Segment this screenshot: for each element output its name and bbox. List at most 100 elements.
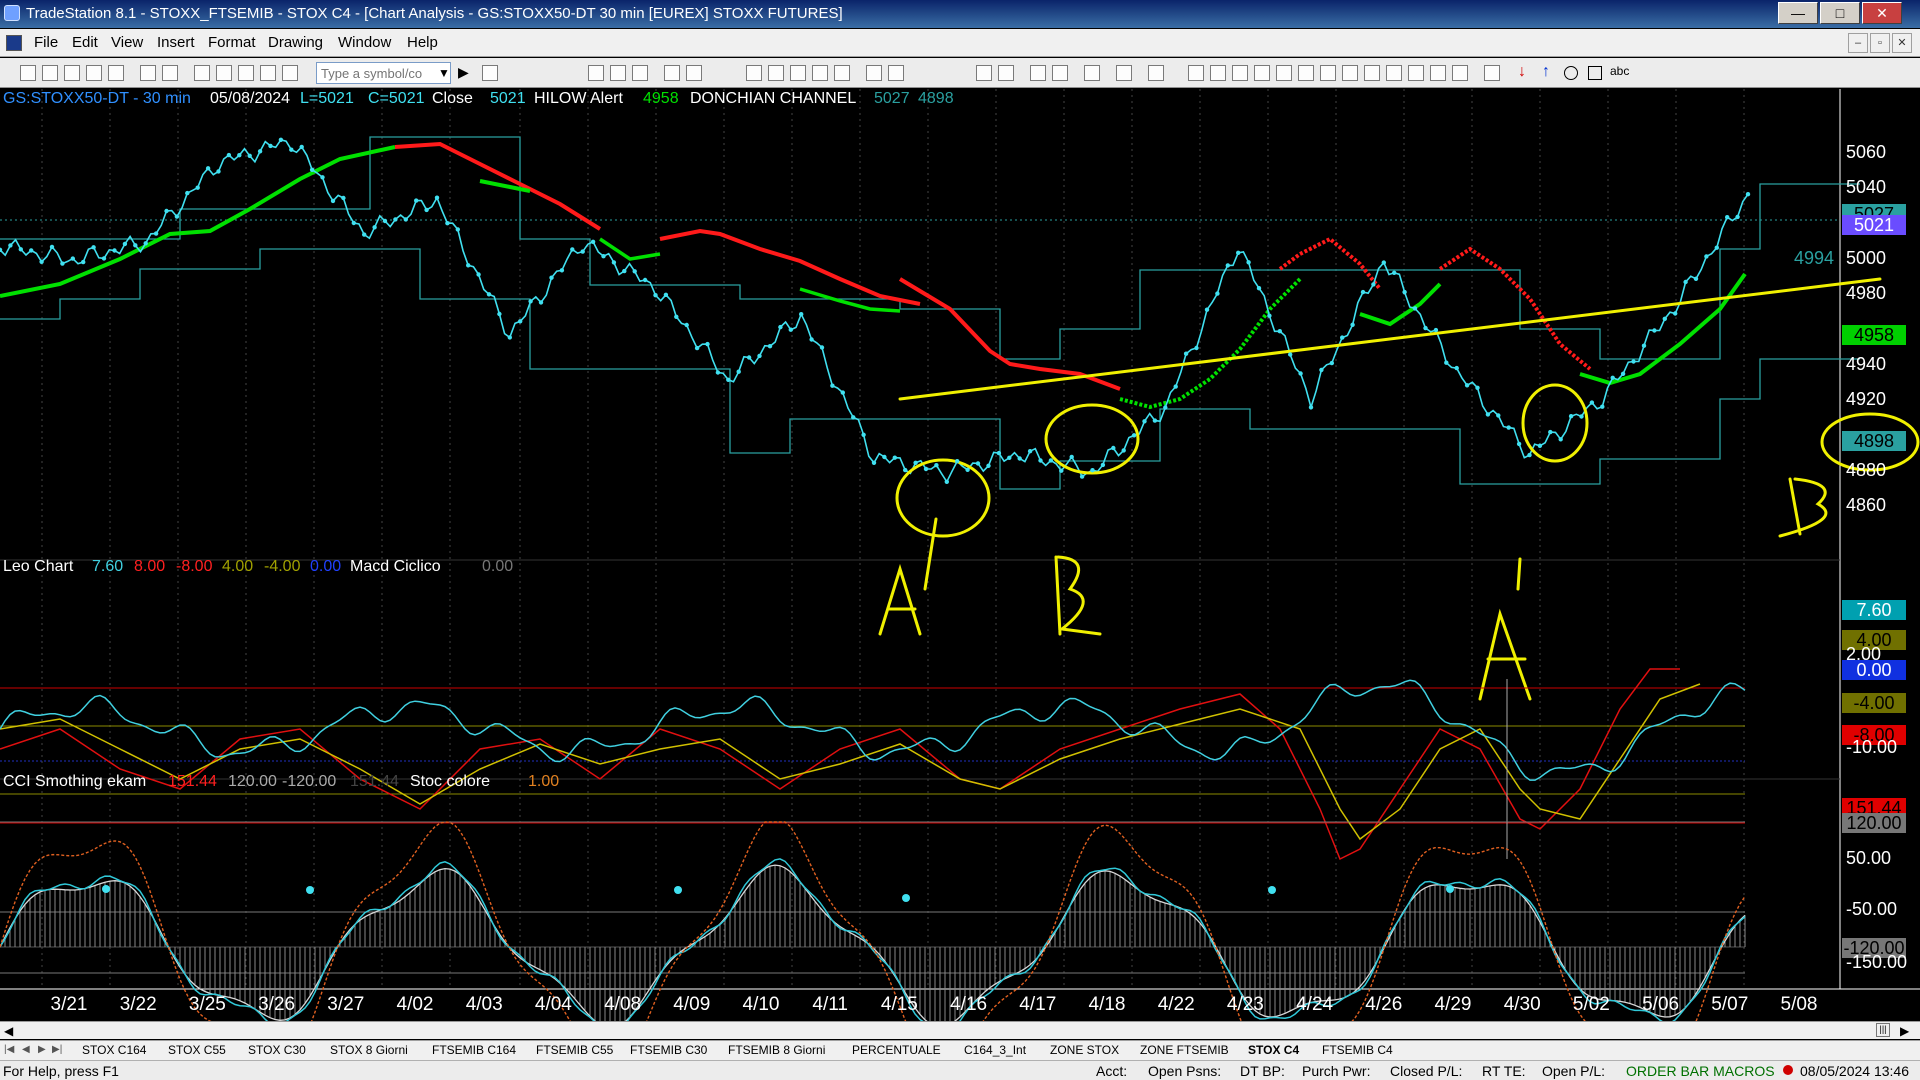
find-icon[interactable] <box>482 65 498 81</box>
snapshot-icon[interactable] <box>1116 65 1132 81</box>
save-icon[interactable] <box>64 65 80 81</box>
tab-c164-3-int[interactable]: C164_3_Int <box>964 1043 1026 1057</box>
trendline-icon[interactable] <box>1188 65 1204 81</box>
ellipse-icon[interactable] <box>1564 66 1578 80</box>
fibonacci-icon[interactable] <box>1276 65 1292 81</box>
cycle-icon[interactable] <box>1408 65 1424 81</box>
go-arrow-icon[interactable]: ▶ <box>458 64 469 81</box>
horizontal-scrollbar[interactable]: ◀ ||| ▶ <box>0 1021 1920 1039</box>
symbol-input[interactable] <box>316 62 451 84</box>
menu-help[interactable]: Help <box>407 34 438 51</box>
tab-ftsemib-c4[interactable]: FTSEMIB C4 <box>1322 1043 1393 1057</box>
chart-area[interactable]: GS:STOXX50-DT - 30 min 05/08/2024 L=5021… <box>0 89 1920 1021</box>
price-point <box>216 169 221 174</box>
bar-chart-icon[interactable] <box>746 65 762 81</box>
tab-ftsemib-8-giorni[interactable]: FTSEMIB 8 Giorni <box>728 1043 825 1057</box>
tab-nav-prev-icon[interactable]: ◀ <box>22 1044 30 1055</box>
chart-icon[interactable] <box>194 65 210 81</box>
close-button[interactable]: ✕ <box>1862 2 1902 24</box>
tab-nav-next-icon[interactable]: ▶ <box>38 1044 46 1055</box>
tab-stox-c30[interactable]: STOX C30 <box>248 1043 306 1057</box>
tab-stox-8-giorni[interactable]: STOX 8 Giorni <box>330 1043 408 1057</box>
freehand-icon[interactable] <box>1452 65 1468 81</box>
curve-icon[interactable] <box>1484 65 1500 81</box>
app-menu-icon[interactable] <box>6 35 22 51</box>
menu-edit[interactable]: Edit <box>72 34 98 51</box>
pointer-icon[interactable] <box>1030 65 1046 81</box>
bar-type-icon[interactable] <box>834 65 850 81</box>
price-point <box>1558 437 1563 442</box>
mdi-restore-button[interactable]: ▫ <box>1870 33 1890 53</box>
new-icon[interactable] <box>20 65 36 81</box>
up-arrow-icon[interactable]: ↑ <box>1542 63 1550 81</box>
andrews-icon[interactable] <box>1342 65 1358 81</box>
menu-view[interactable]: View <box>111 34 143 51</box>
print-preview-icon[interactable] <box>162 65 178 81</box>
status-macros[interactable]: ORDER BAR MACROS <box>1626 1063 1775 1079</box>
arrows-icon[interactable] <box>1386 65 1402 81</box>
price-point <box>195 185 200 190</box>
tab-ftsemib-c164[interactable]: FTSEMIB C164 <box>432 1043 516 1057</box>
regression-icon[interactable] <box>1364 65 1380 81</box>
point-figure-icon[interactable] <box>812 65 828 81</box>
maximize-button[interactable]: □ <box>1820 2 1860 24</box>
line-chart-icon[interactable] <box>790 65 806 81</box>
menu-file[interactable]: File <box>34 34 58 51</box>
tab-zone-ftsemib[interactable]: ZONE FTSEMIB <box>1140 1043 1229 1057</box>
tab-ftsemib-c55[interactable]: FTSEMIB C55 <box>536 1043 613 1057</box>
tab-nav-first-icon[interactable]: |◀ <box>4 1044 14 1055</box>
menu-format[interactable]: Format <box>208 34 256 51</box>
speed-line-icon[interactable] <box>1320 65 1336 81</box>
text-icon[interactable]: abc <box>1610 64 1629 78</box>
compress-bars-icon[interactable] <box>888 65 904 81</box>
menu-insert[interactable]: Insert <box>157 34 195 51</box>
folder-icon[interactable] <box>108 65 124 81</box>
vertical-line-icon[interactable] <box>1210 65 1226 81</box>
pen-icon[interactable] <box>260 65 276 81</box>
tab-zone-stox[interactable]: ZONE STOX <box>1050 1043 1119 1057</box>
menu-window[interactable]: Window <box>338 34 391 51</box>
expand-bars-icon[interactable] <box>866 65 882 81</box>
tab-stox-c55[interactable]: STOX C55 <box>168 1043 226 1057</box>
globe-icon[interactable] <box>282 65 298 81</box>
scroll-thumb[interactable]: ||| <box>1876 1023 1890 1037</box>
copy-icon[interactable] <box>86 65 102 81</box>
candle-icon[interactable] <box>768 65 784 81</box>
lock-icon[interactable] <box>238 65 254 81</box>
mdi-minimize-button[interactable]: – <box>1848 33 1868 53</box>
mdi-close-button[interactable]: ✕ <box>1892 33 1912 53</box>
arc-icon[interactable] <box>1430 65 1446 81</box>
tools-icon[interactable] <box>1084 65 1100 81</box>
print-icon[interactable] <box>140 65 156 81</box>
price-point <box>1038 458 1043 463</box>
price-point <box>882 454 887 460</box>
quote-icon[interactable] <box>610 65 626 81</box>
indicator-icon[interactable] <box>664 65 680 81</box>
window-icon[interactable] <box>216 65 232 81</box>
gann-icon[interactable] <box>1298 65 1314 81</box>
channel-icon[interactable] <box>1254 65 1270 81</box>
menu-drawing[interactable]: Drawing <box>268 34 323 51</box>
zoom-out-icon[interactable] <box>998 65 1014 81</box>
price-point <box>913 460 918 465</box>
table-icon[interactable] <box>632 65 648 81</box>
symbol-dropdown-icon[interactable]: ▼ <box>438 66 450 80</box>
crosshair-icon[interactable] <box>1052 65 1068 81</box>
tab-percentuale[interactable]: PERCENTUALE <box>852 1043 941 1057</box>
tab-stox-c4[interactable]: STOX C4 <box>1248 1043 1299 1057</box>
scroll-left-icon[interactable]: ◀ <box>4 1024 13 1038</box>
tab-stox-c164[interactable]: STOX C164 <box>82 1043 146 1057</box>
data-window-icon[interactable] <box>588 65 604 81</box>
rectangle-icon[interactable] <box>1588 66 1602 80</box>
zoom-in-icon[interactable] <box>976 65 992 81</box>
tab-nav-last-icon[interactable]: ▶| <box>52 1044 62 1055</box>
down-arrow-icon[interactable]: ↓ <box>1518 63 1526 81</box>
clear-icon[interactable] <box>1148 65 1164 81</box>
minimize-button[interactable]: — <box>1778 2 1818 24</box>
strategy-icon[interactable] <box>686 65 702 81</box>
scroll-right-icon[interactable]: ▶ <box>1900 1024 1909 1038</box>
horizontal-line-icon[interactable] <box>1232 65 1248 81</box>
price-point <box>1423 325 1428 331</box>
open-icon[interactable] <box>42 65 58 81</box>
tab-ftsemib-c30[interactable]: FTSEMIB C30 <box>630 1043 707 1057</box>
